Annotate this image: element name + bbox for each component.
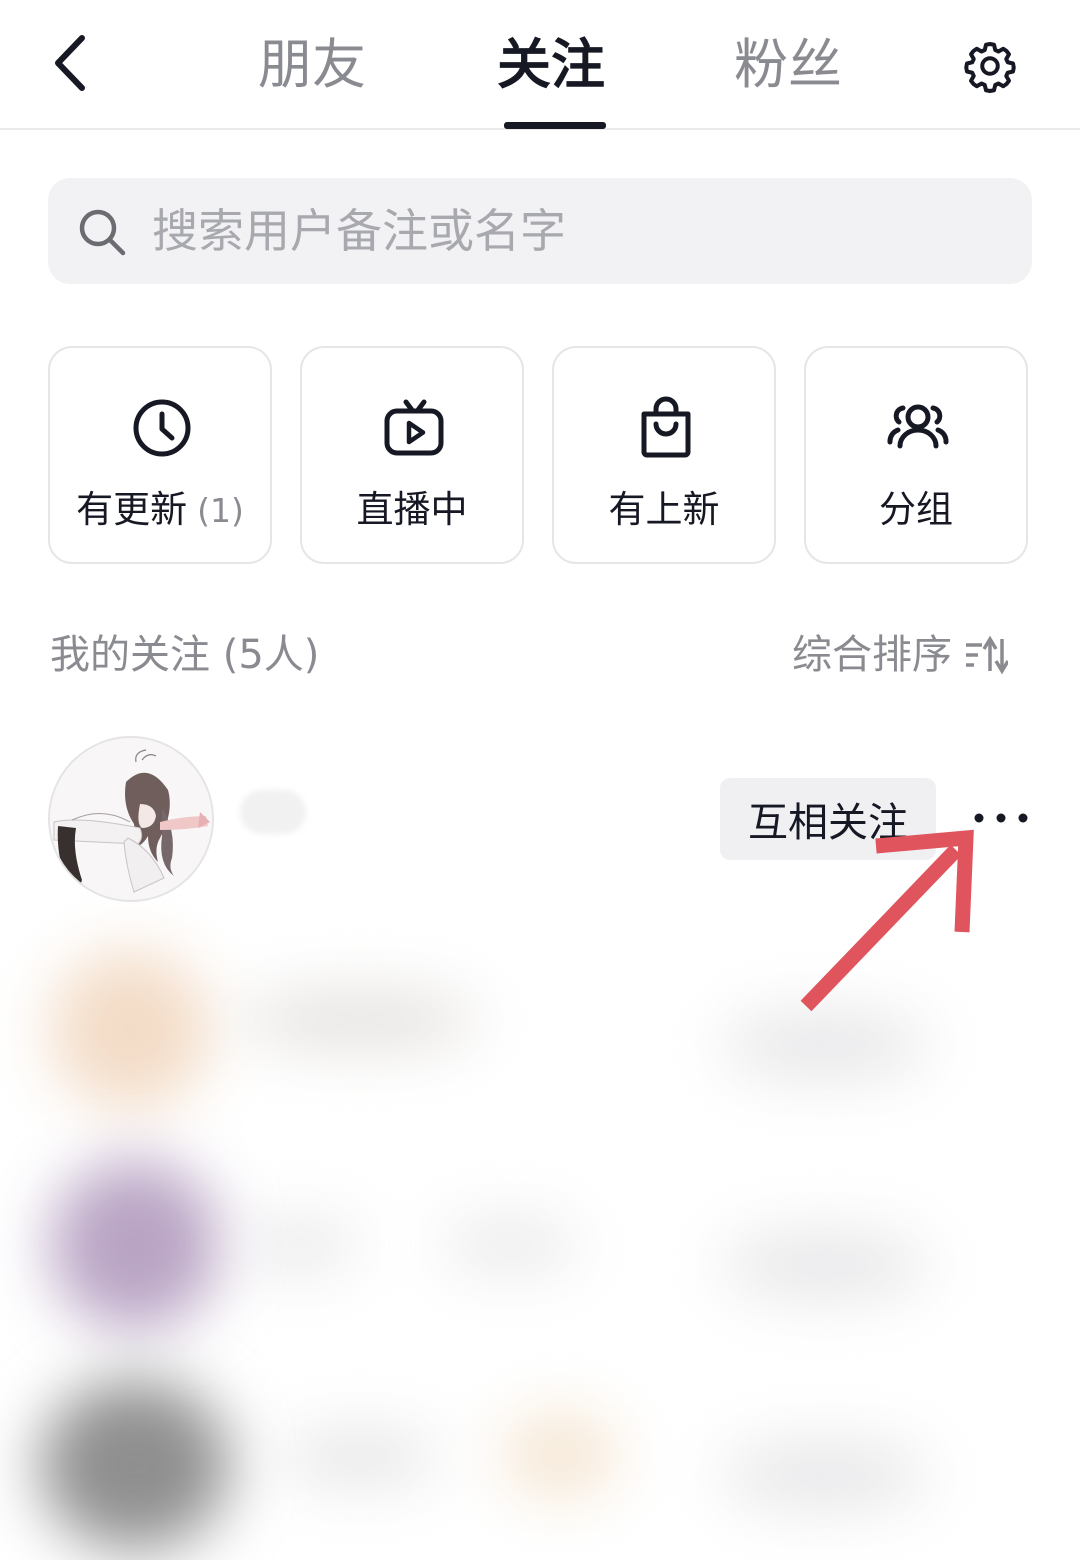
- quick-action-label: 有上新: [608, 488, 720, 531]
- back-button[interactable]: [40, 30, 100, 96]
- search-input[interactable]: [152, 178, 1012, 284]
- blurred-name: [240, 1220, 360, 1270]
- clock-icon: [133, 399, 191, 457]
- quick-action-label: 分组: [879, 488, 953, 531]
- quick-action-groups[interactable]: 分组: [804, 346, 1028, 564]
- quick-action-label: 有更新: [76, 488, 188, 531]
- tab-fans[interactable]: 粉丝: [734, 28, 842, 102]
- blurred-name: [500, 1410, 620, 1500]
- blurred-avatar: [50, 1160, 220, 1330]
- blurred-avatar: [50, 950, 210, 1110]
- list-item-blurred[interactable]: [0, 1140, 1080, 1350]
- tab-friends[interactable]: 朋友: [258, 28, 366, 102]
- tv-play-icon: [384, 399, 444, 456]
- sort-button[interactable]: 综合排序: [792, 628, 1008, 682]
- update-count: (1): [197, 491, 244, 530]
- annotation-arrow-icon: [800, 829, 974, 1012]
- avatar[interactable]: [48, 736, 214, 902]
- anime-girl-avatar-image: [50, 738, 212, 900]
- following-count-title: 我的关注 (5人): [50, 632, 320, 678]
- quick-action-live[interactable]: 直播中: [300, 346, 524, 564]
- sort-icon: [966, 635, 1008, 675]
- blurred-button: [720, 1230, 930, 1300]
- shopping-bag-icon: [641, 396, 691, 458]
- gear-icon: [964, 42, 1016, 93]
- settings-button[interactable]: [960, 36, 1020, 96]
- blurred-button: [720, 1440, 930, 1510]
- quick-action-updates[interactable]: 有更新 (1): [48, 346, 272, 564]
- quick-action-label: 直播中: [356, 488, 468, 531]
- quick-action-new-products[interactable]: 有上新: [552, 346, 776, 564]
- search-bar[interactable]: [48, 178, 1032, 284]
- blurred-name: [440, 1220, 580, 1270]
- sort-label: 综合排序: [792, 632, 952, 678]
- username-redacted: [240, 790, 306, 834]
- blurred-avatar: [40, 1380, 230, 1550]
- active-tab-indicator: [504, 122, 606, 129]
- search-icon: [79, 209, 126, 256]
- top-nav-bar: 朋友 关注 粉丝: [0, 0, 1080, 130]
- blurred-name: [280, 1430, 440, 1485]
- blurred-name: [240, 990, 480, 1050]
- list-item-blurred[interactable]: [0, 1350, 1080, 1560]
- group-icon: [887, 404, 949, 449]
- tab-following[interactable]: 关注: [497, 28, 605, 102]
- chevron-left-icon: [55, 35, 85, 91]
